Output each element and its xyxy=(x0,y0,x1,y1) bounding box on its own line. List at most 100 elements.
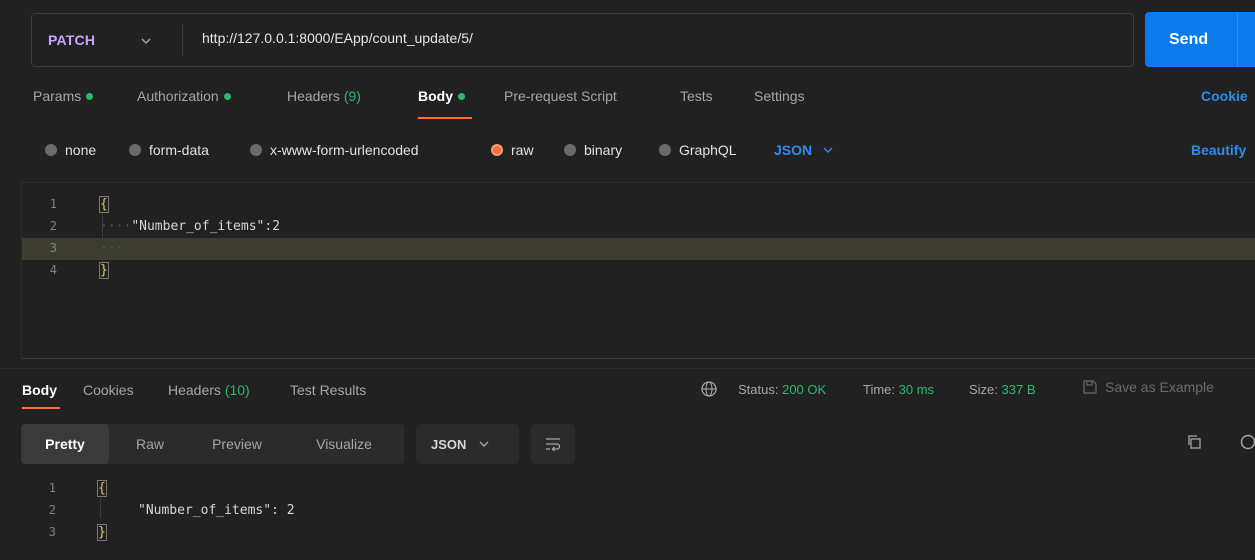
code-text: } xyxy=(99,262,109,279)
active-dot xyxy=(86,92,94,100)
size-info: Size: 337 B xyxy=(969,382,1036,397)
response-tab-test-results[interactable]: Test Results xyxy=(290,382,366,398)
editor-line-current: 3 ··· xyxy=(22,238,1255,260)
format-label: JSON xyxy=(774,142,813,158)
radio-raw[interactable]: raw xyxy=(491,142,534,158)
response-tab-cookies[interactable]: Cookies xyxy=(83,382,134,398)
editor-line: 3 } xyxy=(0,522,1255,544)
format-label: JSON xyxy=(431,436,467,452)
request-bar: PATCH xyxy=(31,13,1134,67)
chevron-down-icon xyxy=(141,38,151,44)
code-text: } xyxy=(97,524,107,541)
save-example-label: Save as Example xyxy=(1105,379,1214,395)
view-preview[interactable]: Preview xyxy=(193,424,281,464)
radio-graphql[interactable]: GraphQL xyxy=(659,142,737,158)
tab-headers[interactable]: Headers (9) xyxy=(287,88,361,104)
json-key: "Number_of_items" xyxy=(138,503,272,518)
whitespace-marker: ··· xyxy=(100,241,124,256)
radio-label: form-data xyxy=(149,142,209,158)
radio-label: binary xyxy=(584,142,623,158)
copy-icon[interactable] xyxy=(1186,434,1202,450)
tab-tests[interactable]: Tests xyxy=(680,88,713,104)
close-brace: } xyxy=(99,262,109,279)
globe-icon[interactable] xyxy=(700,380,718,398)
whitespace-marker: ···· xyxy=(100,219,132,234)
active-dot xyxy=(458,92,465,100)
line-number: 1 xyxy=(49,197,57,211)
radio-none[interactable]: none xyxy=(45,142,96,158)
view-raw[interactable]: Raw xyxy=(119,424,181,464)
radio-circle-selected xyxy=(491,144,503,156)
size-label: Size: xyxy=(969,382,998,397)
wrap-lines-icon xyxy=(546,438,561,452)
chevron-down-icon xyxy=(479,441,489,447)
view-visualize[interactable]: Visualize xyxy=(298,424,390,464)
wrap-lines-button[interactable] xyxy=(531,424,575,464)
radio-label: raw xyxy=(511,142,534,158)
code-text: "Number_of_items": 2 xyxy=(138,503,295,518)
beautify-link[interactable]: Beautify xyxy=(1191,142,1246,158)
request-tabs: Params Authorization Headers (9) Body Pr… xyxy=(0,88,1255,116)
method-selector[interactable]: PATCH xyxy=(32,14,180,66)
editor-line: 4 } xyxy=(22,260,1255,282)
tab-settings[interactable]: Settings xyxy=(754,88,805,104)
radio-circle xyxy=(659,144,671,156)
active-tab-underline xyxy=(22,407,60,409)
tab-params[interactable]: Params xyxy=(33,88,94,104)
radio-urlencoded[interactable]: x-www-form-urlencoded xyxy=(250,142,419,158)
chevron-down-icon xyxy=(823,147,833,153)
open-brace: { xyxy=(99,196,109,213)
response-body-viewer: 1 { 2 "Number_of_items": 2 3 } xyxy=(0,476,1255,560)
view-pretty[interactable]: Pretty xyxy=(21,424,109,464)
time-label: Time: xyxy=(863,382,896,397)
code-text: { xyxy=(99,196,109,213)
tab-label: Authorization xyxy=(137,88,219,104)
editor-line: 2 "Number_of_items": 2 xyxy=(0,500,1255,522)
tab-authorization[interactable]: Authorization xyxy=(137,88,231,104)
save-as-example-button[interactable]: Save as Example xyxy=(1082,379,1214,395)
json-colon: : xyxy=(271,503,279,518)
active-dot xyxy=(223,92,231,100)
line-number: 2 xyxy=(48,503,56,517)
editor-line: 1 { xyxy=(0,478,1255,500)
status-label: Status: xyxy=(738,382,779,397)
time-info: Time: 30 ms xyxy=(863,382,934,397)
close-brace: } xyxy=(97,524,107,541)
line-number: 4 xyxy=(49,263,57,277)
send-button[interactable]: Send xyxy=(1145,12,1255,67)
tab-label: Body xyxy=(418,88,453,104)
radio-label: GraphQL xyxy=(679,142,737,158)
response-tab-headers[interactable]: Headers (10) xyxy=(168,382,250,398)
line-number: 1 xyxy=(48,481,56,495)
status-value: 200 OK xyxy=(782,382,827,397)
body-format-select[interactable]: JSON xyxy=(774,142,834,158)
radio-circle xyxy=(250,144,262,156)
code-text: { xyxy=(97,480,107,497)
body-type-options: none form-data x-www-form-urlencoded raw… xyxy=(0,142,1255,162)
open-brace: { xyxy=(97,480,107,497)
response-view-modes: Pretty Raw Preview Visualize xyxy=(21,424,404,464)
search-icon[interactable] xyxy=(1238,432,1255,452)
response-divider xyxy=(0,368,1255,369)
json-key: "Number_of_items" xyxy=(131,219,265,234)
line-number: 3 xyxy=(49,241,57,255)
code-text: ··· xyxy=(100,241,123,256)
tab-label: Headers xyxy=(287,88,340,104)
time-value: 30 ms xyxy=(898,382,935,397)
save-icon xyxy=(1083,380,1097,394)
json-value: 2 xyxy=(272,219,281,234)
size-value: 337 B xyxy=(1001,382,1036,397)
tab-pre-request-script[interactable]: Pre-request Script xyxy=(504,88,617,104)
request-body-editor[interactable]: 1 { 2 ····"Number_of_items":2 3 ··· 4 } xyxy=(21,182,1255,359)
tab-label: Headers xyxy=(168,382,221,398)
cookies-link[interactable]: Cookie xyxy=(1201,88,1248,104)
tab-body[interactable]: Body xyxy=(418,88,465,104)
radio-circle xyxy=(564,144,576,156)
tab-label: Params xyxy=(33,88,82,104)
response-tab-body[interactable]: Body xyxy=(22,382,57,398)
radio-form-data[interactable]: form-data xyxy=(129,142,209,158)
url-input[interactable] xyxy=(202,30,1102,46)
response-format-select[interactable]: JSON xyxy=(416,424,519,464)
radio-binary[interactable]: binary xyxy=(564,142,622,158)
line-number: 3 xyxy=(48,525,56,539)
